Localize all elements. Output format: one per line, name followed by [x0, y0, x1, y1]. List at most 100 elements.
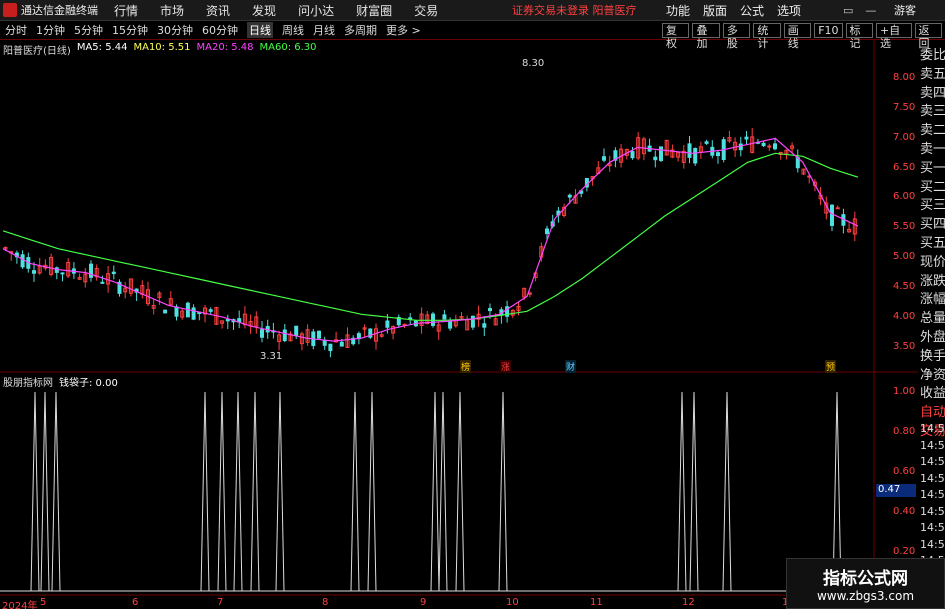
period-bar: 分时 1分钟 5分钟 15分钟 30分钟 60分钟 日线 周线 月线 多周期 更… [0, 21, 945, 50]
menu-gongneng[interactable]: 功能 [666, 2, 690, 19]
candle-body [835, 207, 840, 210]
menu-item-hangqing[interactable]: 行情 [114, 2, 138, 19]
minimize-icon[interactable]: — [865, 4, 876, 17]
side-label[interactable]: 买三 [920, 194, 945, 213]
event-marker-yu[interactable]: 预 [825, 360, 837, 373]
candle-body [111, 271, 116, 275]
candle-body [163, 309, 168, 314]
indicator-value: 钱袋子: 0.00 [59, 378, 118, 389]
event-marker-bang[interactable]: 榜 [460, 360, 472, 373]
candle-body [89, 263, 93, 278]
side-label[interactable]: 自动 [920, 401, 945, 420]
indicator-spike [455, 391, 465, 592]
menu-banmian[interactable]: 版面 [703, 2, 727, 19]
event-marker-zhang[interactable]: 涨 [500, 360, 512, 373]
event-marker-cai[interactable]: 财 [565, 360, 577, 373]
tool-huaxian[interactable]: 画线 [783, 23, 812, 50]
high-price-label: 8.30 [522, 58, 545, 69]
side-label[interactable]: 卖四 [920, 82, 945, 101]
window-buttons: ▭ — [843, 4, 876, 17]
candle-body [773, 143, 777, 150]
kline-chart[interactable] [0, 40, 918, 609]
indicator-spike [722, 391, 732, 592]
candle-body [60, 272, 65, 275]
side-label[interactable]: 净资 [920, 364, 945, 383]
indicator-spike [677, 391, 687, 592]
period-multi[interactable]: 多周期 [344, 22, 377, 38]
date-tick-label: 9 [420, 597, 427, 608]
period-weekly[interactable]: 周线 [282, 22, 304, 38]
indicator-spike [30, 391, 40, 592]
ma-lines-group [2, 137, 859, 342]
period-15min[interactable]: 15分钟 [112, 22, 148, 38]
tool-f10[interactable]: F10 [814, 23, 843, 38]
side-label[interactable]: 买二 [920, 176, 945, 195]
tool-biaoji[interactable]: 标记 [845, 23, 873, 50]
price-tick-label: 7.00 [893, 132, 916, 143]
tool-fanhui[interactable]: 返回 [914, 23, 942, 50]
side-label[interactable]: 涨跌 [920, 270, 945, 289]
side-label[interactable]: 总量 [920, 307, 945, 326]
trade-time: 14:5 [920, 438, 945, 452]
tool-tongji[interactable]: 统计 [753, 23, 781, 50]
side-label[interactable]: 买四 [920, 213, 945, 232]
side-label[interactable]: 卖二 [920, 119, 945, 138]
side-label[interactable]: 委比 [920, 44, 945, 63]
ma10-value: MA10: 5.51 [133, 42, 191, 53]
tool-zixuan[interactable]: +自选 [875, 23, 912, 50]
side-label[interactable]: 现价 [920, 251, 945, 270]
tool-diejia[interactable]: 叠加 [692, 23, 720, 50]
guest-label[interactable]: 游客 [894, 2, 916, 18]
menu-item-shichang[interactable]: 市场 [160, 2, 184, 19]
side-label[interactable]: 卖一 [920, 138, 945, 157]
candle-body [744, 136, 749, 140]
period-5min[interactable]: 5分钟 [74, 22, 103, 38]
tool-fuquan[interactable]: 复权 [662, 23, 690, 50]
trade-notice[interactable]: 证券交易未登录 阳普医疗 [512, 2, 637, 18]
toolbar: 复权 叠加 多股 统计 画线 F10 标记 +自选 返回 [662, 21, 945, 50]
menu-item-faxian[interactable]: 发现 [252, 2, 276, 19]
menu-xuanxiang[interactable]: 选项 [777, 2, 801, 19]
watermark-title: 指标公式网 [823, 569, 908, 589]
menu-gongshi[interactable]: 公式 [740, 2, 764, 19]
side-label[interactable]: 买五 [920, 232, 945, 251]
period-daily[interactable]: 日线 [247, 22, 273, 38]
candle-body [260, 329, 264, 338]
side-label[interactable]: 卖三 [920, 100, 945, 119]
side-label[interactable]: 卖五 [920, 63, 945, 82]
menu-item-caifuquan[interactable]: 财富圈 [356, 2, 392, 19]
side-label[interactable]: 换手 [920, 345, 945, 364]
ma5-value: MA5: 5.44 [76, 42, 128, 53]
tool-duogu[interactable]: 多股 [722, 23, 751, 50]
menu-item-jiaoyi[interactable]: 交易 [414, 2, 438, 19]
date-tick-label: 7 [217, 597, 224, 608]
side-label[interactable]: 收益 [920, 382, 945, 401]
side-label[interactable]: 买一 [920, 157, 945, 176]
period-fenshi[interactable]: 分时 [5, 22, 27, 38]
price-tick-label: 5.50 [893, 221, 916, 232]
period-60min[interactable]: 60分钟 [202, 22, 238, 38]
indicator-current-value: 0.47 [876, 484, 916, 497]
menu-item-wenxiaoda[interactable]: 问小达 [298, 2, 334, 19]
indicator-spike [430, 391, 440, 592]
price-tick-label: 6.00 [893, 191, 916, 202]
trade-time: 14:5 [920, 455, 945, 468]
stock-name[interactable]: 阳普医疗(日线) [3, 42, 71, 57]
menu-item-zixun[interactable]: 资讯 [206, 2, 230, 19]
period-30min[interactable]: 30分钟 [157, 22, 193, 38]
candle-body [830, 204, 834, 226]
indicator-spike [275, 391, 285, 592]
indicator-name[interactable]: 股朋指标网 [3, 374, 53, 389]
side-label[interactable]: 涨幅 [920, 288, 945, 307]
indicator-lines-group [0, 391, 874, 592]
restore-icon[interactable]: ▭ [843, 4, 853, 17]
trade-time: 14:5 [920, 504, 945, 518]
side-label[interactable]: 外盘 [920, 326, 945, 345]
period-more[interactable]: 更多 > [386, 22, 421, 38]
period-monthly[interactable]: 月线 [313, 22, 335, 38]
indicator-tick-label: 0.20 [893, 546, 916, 557]
period-1min[interactable]: 1分钟 [36, 22, 65, 38]
ma-legend: 阳普医疗(日线) MA5: 5.44 MA10: 5.51 MA20: 5.48… [3, 42, 317, 57]
candle-body [761, 142, 766, 147]
candle-body [693, 148, 698, 164]
